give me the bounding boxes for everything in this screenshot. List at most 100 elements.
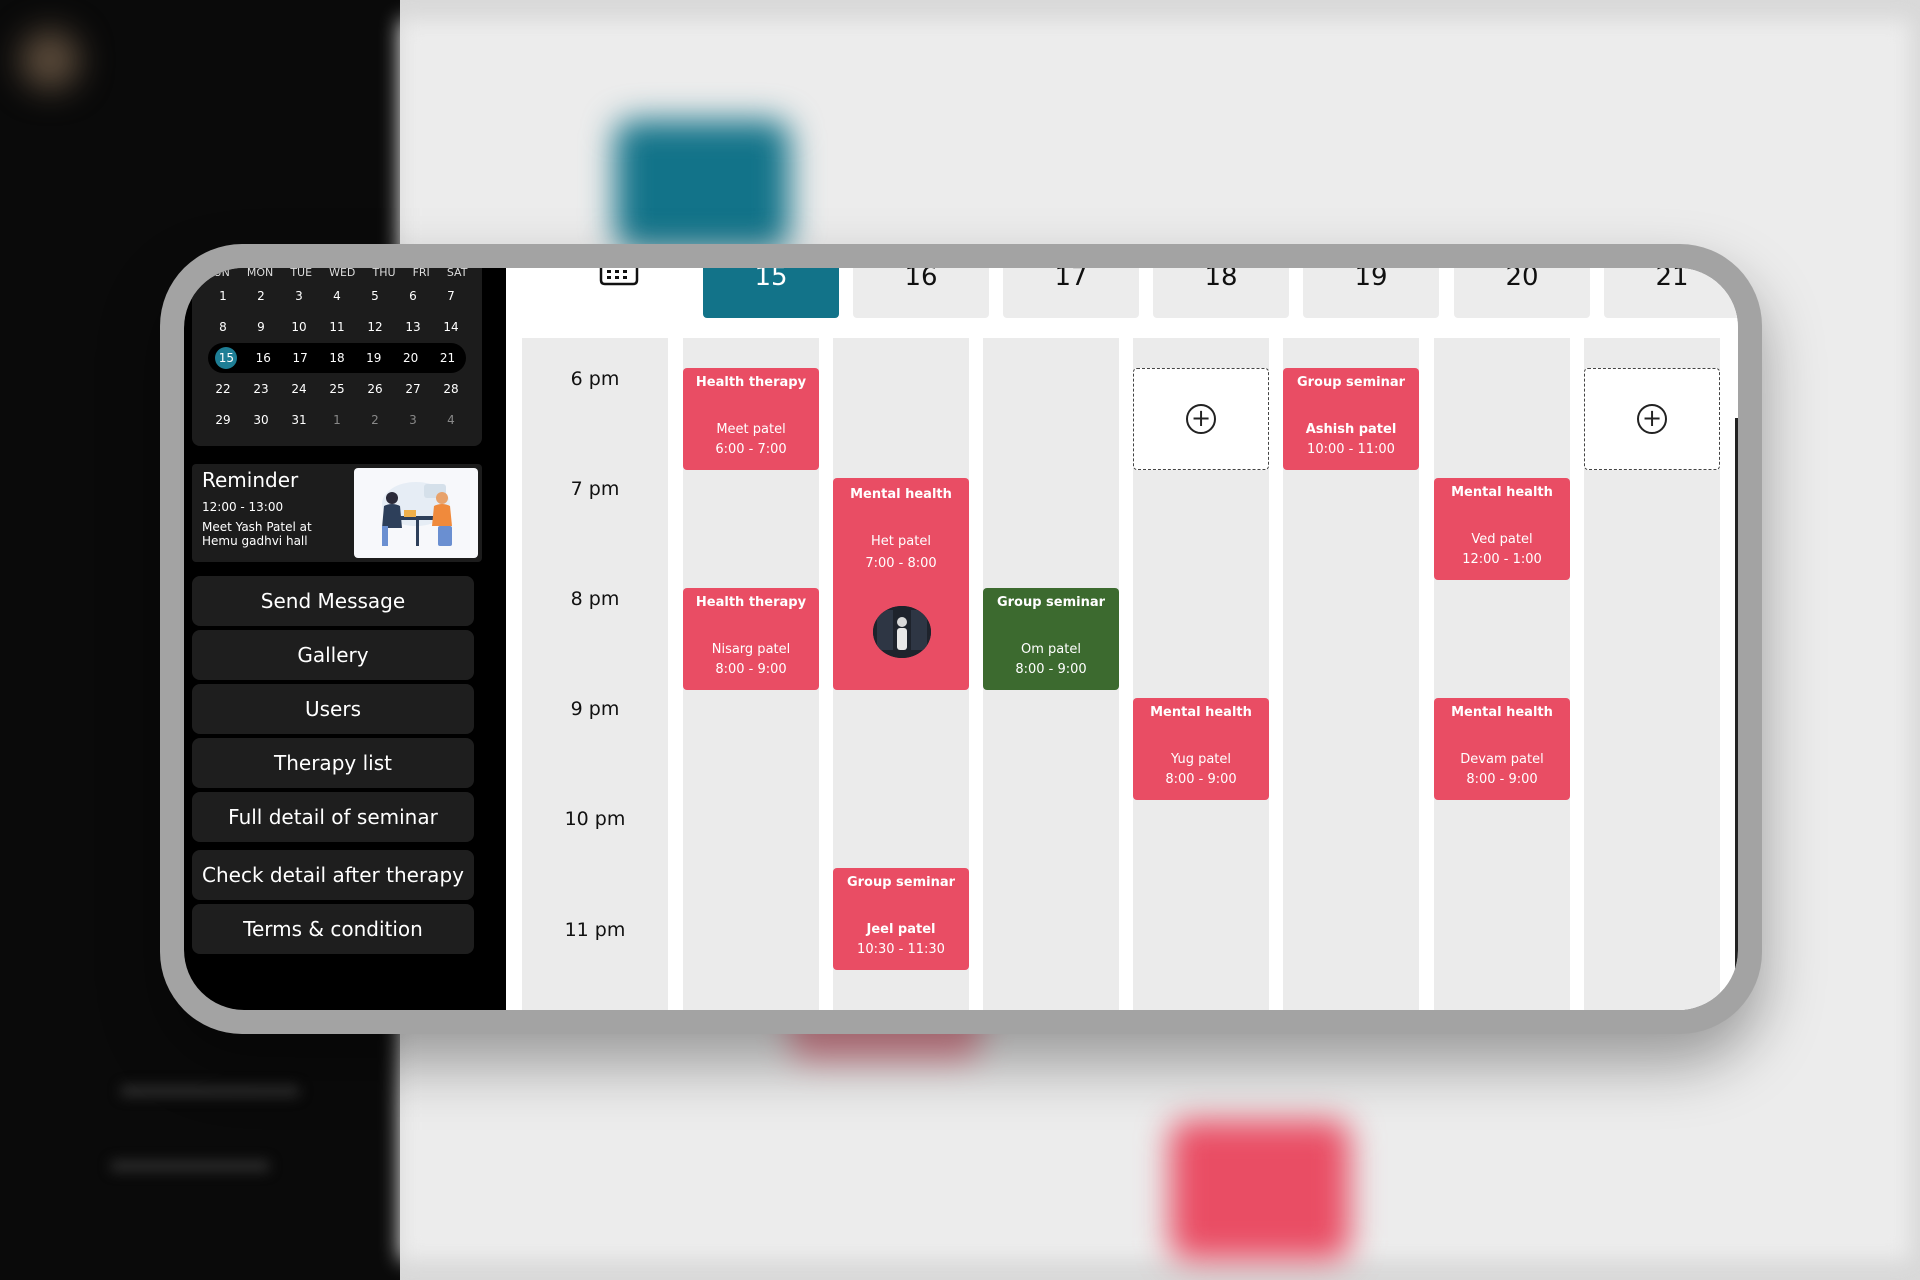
weekday-label: MON	[246, 268, 274, 279]
reminder-description: Meet Yash Patel at Hemu gadhvi hall	[202, 520, 312, 548]
calendar-day[interactable]: 10	[285, 320, 313, 334]
send-message-button[interactable]: Send Message	[192, 576, 474, 626]
event-time: 8:00 - 9:00	[1466, 772, 1538, 787]
day-header[interactable]: 18	[1153, 268, 1289, 318]
event-time: 8:00 - 9:00	[715, 662, 787, 677]
weekday-label: TUE	[290, 268, 313, 279]
reminder-time: 12:00 - 13:00	[202, 500, 284, 514]
add-event-slot[interactable]: +	[1584, 368, 1720, 470]
weekday-label: THU	[372, 268, 396, 279]
meeting-illustration	[354, 468, 478, 558]
calendar-day[interactable]: 31	[285, 413, 313, 427]
gallery-button[interactable]: Gallery	[192, 630, 474, 680]
calendar-week: 1 2 3 4 5 6 7	[204, 281, 470, 311]
mini-calendar: SUN MON TUE WED THU FRI SAT 1 2 3 4 5 6 …	[192, 268, 482, 446]
day-header[interactable]: 20	[1454, 268, 1590, 318]
day-header[interactable]: 17	[1003, 268, 1139, 318]
calendar-day[interactable]: 29	[209, 413, 237, 427]
event-title: Group seminar	[1296, 375, 1406, 390]
calendar-day[interactable]: 27	[399, 382, 427, 396]
calendar-day[interactable]: 3	[285, 289, 313, 303]
event-card[interactable]: Group seminar Om patel 8:00 - 9:00	[983, 588, 1119, 690]
add-event-slot[interactable]: +	[1133, 368, 1269, 470]
calendar-day[interactable]: 26	[361, 382, 389, 396]
calendar-day-wrapper: 15	[212, 347, 240, 369]
time-label: 9 pm	[570, 698, 620, 720]
event-time: 7:00 - 8:00	[865, 556, 937, 571]
calendar-day[interactable]: 4	[323, 289, 351, 303]
event-title: Health therapy	[695, 375, 807, 390]
scrollbar[interactable]	[1735, 418, 1738, 988]
event-title: Group seminar	[846, 875, 956, 890]
calendar-day[interactable]: 5	[361, 289, 389, 303]
event-person: Nisarg patel	[711, 642, 791, 657]
calendar-day-next-month[interactable]: 4	[437, 413, 465, 427]
device-screen: SUN MON TUE WED THU FRI SAT 1 2 3 4 5 6 …	[184, 268, 1738, 1010]
event-card[interactable]: Group seminar Jeel patel 10:30 - 11:30	[833, 868, 969, 970]
calendar-day[interactable]: 6	[399, 289, 427, 303]
calendar-day-next-month[interactable]: 2	[361, 413, 389, 427]
event-card[interactable]: Mental health Devam patel 8:00 - 9:00	[1434, 698, 1570, 800]
event-card[interactable]: Mental health Yug patel 8:00 - 9:00	[1133, 698, 1269, 800]
calendar-day[interactable]: 7	[437, 289, 465, 303]
time-label: 8 pm	[570, 588, 620, 610]
calendar-day[interactable]: 8	[209, 320, 237, 334]
calendar-day-next-month[interactable]: 1	[323, 413, 351, 427]
event-person: Ashish patel	[1305, 422, 1397, 437]
avatar	[873, 606, 931, 658]
calendar-day[interactable]: 22	[209, 382, 237, 396]
calendar-day[interactable]: 21	[433, 351, 461, 365]
calendar-day[interactable]: 16	[249, 351, 277, 365]
calendar-day[interactable]: 13	[399, 320, 427, 334]
calendar-day[interactable]: 28	[437, 382, 465, 396]
schedule-panel: 15 16 17 18 19 20 21 6 pm 7 pm 8 pm 9 pm…	[506, 268, 1738, 1010]
calendar-day[interactable]: 9	[247, 320, 275, 334]
event-card[interactable]: Health therapy Meet patel 6:00 - 7:00	[683, 368, 819, 470]
event-person: Jeel patel	[866, 922, 936, 937]
day-header[interactable]: 16	[853, 268, 989, 318]
weekday-label: WED	[329, 268, 356, 279]
event-card[interactable]: Mental health Het patel 7:00 - 8:00	[833, 478, 969, 690]
calendar-day[interactable]: 24	[285, 382, 313, 396]
calendar-day[interactable]: 19	[360, 351, 388, 365]
event-card[interactable]: Health therapy Nisarg patel 8:00 - 9:00	[683, 588, 819, 690]
therapy-list-button[interactable]: Therapy list	[192, 738, 474, 788]
calendar-week-current: 15 16 17 18 19 20 21	[208, 343, 466, 373]
calendar-day[interactable]: 12	[361, 320, 389, 334]
calendar-day[interactable]: 11	[323, 320, 351, 334]
day-header[interactable]: 21	[1604, 268, 1738, 318]
event-title: Mental health	[850, 487, 952, 502]
left-panel: SUN MON TUE WED THU FRI SAT 1 2 3 4 5 6 …	[184, 268, 506, 1010]
calendar-day[interactable]: 14	[437, 320, 465, 334]
calendar-day[interactable]: 18	[323, 351, 351, 365]
calendar-day[interactable]: 30	[247, 413, 275, 427]
users-button[interactable]: Users	[192, 684, 474, 734]
event-title: Health therapy	[695, 595, 807, 610]
add-icon[interactable]: +	[1186, 404, 1216, 434]
calendar-day[interactable]: 25	[323, 382, 351, 396]
event-card[interactable]: Mental health Ved patel 12:00 - 1:00	[1434, 478, 1570, 580]
seminar-detail-button[interactable]: Full detail of seminar	[192, 792, 474, 842]
event-card[interactable]: Group seminar Ashish patel 10:00 - 11:00	[1283, 368, 1419, 470]
day-header-selected[interactable]: 15	[703, 268, 839, 318]
event-person: Ved patel	[1471, 532, 1533, 547]
reminder-card[interactable]: Reminder 12:00 - 13:00 Meet Yash Patel a…	[192, 464, 482, 562]
calendar-day[interactable]: 17	[286, 351, 314, 365]
event-title: Mental health	[1451, 485, 1553, 500]
event-time: 10:00 - 11:00	[1307, 442, 1395, 457]
calendar-icon[interactable]	[546, 268, 692, 318]
calendar-day-next-month[interactable]: 3	[399, 413, 427, 427]
terms-button[interactable]: Terms & condition	[192, 904, 474, 954]
day-column	[1434, 338, 1570, 1010]
event-time: 12:00 - 1:00	[1462, 552, 1542, 567]
therapy-detail-button[interactable]: Check detail after therapy	[192, 850, 474, 900]
calendar-day[interactable]: 23	[247, 382, 275, 396]
calendar-day[interactable]: 1	[209, 289, 237, 303]
calendar-day-selected[interactable]: 15	[215, 347, 238, 369]
day-header[interactable]: 19	[1303, 268, 1439, 318]
calendar-day[interactable]: 2	[247, 289, 275, 303]
add-icon[interactable]: +	[1637, 404, 1667, 434]
background-line	[120, 1085, 300, 1097]
calendar-day[interactable]: 20	[397, 351, 425, 365]
time-column	[522, 338, 668, 1010]
